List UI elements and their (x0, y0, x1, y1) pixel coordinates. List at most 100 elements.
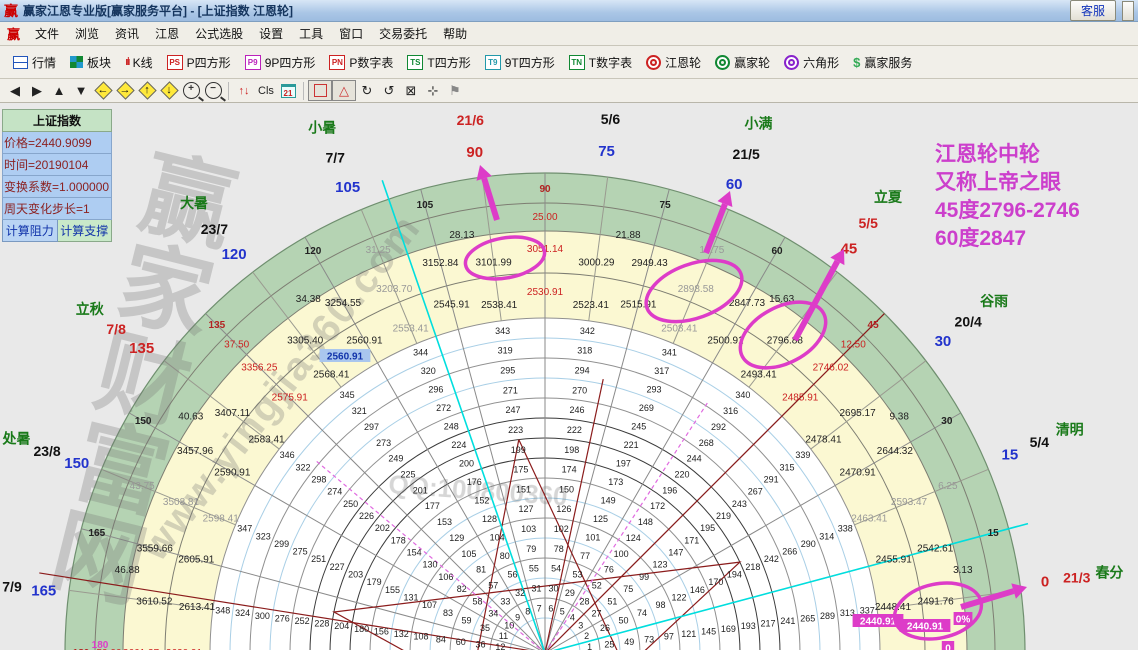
wheel-label: 84 (436, 634, 446, 644)
nav-flip-vertical-button[interactable]: ↑↓ (233, 81, 255, 100)
wheel-label: 295 (500, 365, 515, 375)
wheel-label: 60 (456, 637, 466, 647)
wheel-label: 130 (422, 560, 437, 570)
wheel-label: 春分 (1094, 565, 1123, 581)
menu-item-2[interactable]: 资讯 (107, 22, 147, 45)
toolbar-item-label: 江恩轮 (665, 54, 701, 71)
wheel-label: 101 (585, 533, 600, 543)
wheel-label: 297 (364, 422, 379, 432)
wheel-label: 11 (499, 631, 508, 641)
wheel-label: 81 (476, 565, 486, 575)
wheel-label: 31.25 (366, 245, 391, 256)
nav-center-arrows-button[interactable]: ⊹ (422, 81, 444, 100)
wheel-label: 108 (414, 632, 429, 642)
window-title: 赢家江恩专业版[赢家服务平台] - [上证指数 江恩轮] (23, 2, 1070, 19)
wheel-label: 2542.61 (917, 543, 954, 554)
toolbar-item-kline[interactable]: ıılıK线 (118, 51, 160, 74)
wheel-label: 7/7 (325, 150, 345, 166)
wheel-label: 30 (941, 416, 953, 427)
wheel-label: 135 (129, 340, 154, 357)
toolbar-item-winner-service[interactable]: $赢家服务 (846, 51, 919, 74)
wheel-label: 226 (359, 511, 374, 521)
wheel-label: 217 (761, 619, 776, 629)
wheel-label: 294 (575, 365, 590, 375)
wheel-label: 2493.41 (741, 370, 778, 381)
nav-shift-down-button[interactable]: ↓ (158, 81, 180, 100)
nav-shift-left-button[interactable]: ← (92, 81, 114, 100)
wheel-label: 3356.25 (241, 362, 278, 373)
toolbar-item-hexagon[interactable]: 六角形 (777, 51, 846, 74)
wheel-label: 26 (600, 623, 610, 633)
nav-draw-triangle-button[interactable]: △ (332, 80, 356, 101)
toolbar-item-gann-wheel[interactable]: 江恩轮 (639, 51, 708, 74)
menu-item-6[interactable]: 工具 (291, 22, 331, 45)
wheel-label: 2746.02 (813, 362, 850, 373)
wheel-label: 103 (521, 524, 536, 534)
menu-item-9[interactable]: 帮助 (435, 22, 475, 45)
menu-item-3[interactable]: 江恩 (147, 22, 187, 45)
wheel-label: 290 (801, 539, 816, 549)
wheel-label: 165 (31, 582, 56, 599)
nav-zoom-in-button[interactable]: + (180, 81, 202, 100)
nav-calendar-button[interactable]: 21 (277, 81, 299, 100)
nav-shift-right-button[interactable]: → (114, 81, 136, 100)
toolbar-item-label: 行情 (32, 54, 56, 71)
toolbar-item-p-number-table[interactable]: PNP数字表 (322, 51, 400, 74)
titlebar-cutoff-button[interactable] (1122, 1, 1134, 21)
nav-box-x-button[interactable]: ⊠ (400, 81, 422, 100)
nav-zoom-out-button[interactable]: − (202, 81, 224, 100)
wheel-label: 320 (421, 366, 436, 376)
wheel-label: 4 (570, 612, 575, 622)
menu-item-5[interactable]: 设置 (251, 22, 291, 45)
customer-service-button[interactable]: 客服 (1070, 0, 1116, 21)
nav-nav-up-button[interactable]: ▲ (48, 81, 70, 100)
wheel-label: 2695.17 (840, 408, 877, 419)
p-square-icon: PS (167, 55, 183, 70)
wheel-label: 立秋 (76, 301, 105, 317)
menu-item-1[interactable]: 浏览 (67, 22, 107, 45)
toolbar-item-9p-square[interactable]: P99P四方形 (238, 51, 323, 74)
calc-support-button[interactable]: 计算支撑 (58, 220, 113, 242)
wheel-label: 2575.91 (272, 393, 309, 404)
wheel-label: 大暑 (180, 195, 208, 211)
annotation-note: 江恩轮中轮 又称上帝之眼 45度2796-2746 60度2847 (935, 141, 1080, 253)
nav-nav-down-button[interactable]: ▼ (70, 81, 92, 100)
nav-shift-up-button[interactable]: ↑ (136, 81, 158, 100)
wheel-label: 32 (515, 588, 525, 598)
nav-nav-left-button[interactable]: ◀ (4, 81, 26, 100)
toolbar-item-t-square[interactable]: TST四方形 (400, 51, 477, 74)
toolbar-item-t-number-table[interactable]: TNT数字表 (562, 51, 639, 74)
wheel-label: 343 (495, 326, 510, 336)
wheel-label: 99 (639, 572, 649, 582)
wheel-label: 151 (516, 484, 531, 494)
wheel-label: 34 (488, 608, 498, 618)
toolbar-main: 行情板块ıılıK线PSP四方形P99P四方形PNP数字表TST四方形T99T四… (0, 46, 1138, 79)
toolbar-item-label: T数字表 (589, 54, 632, 71)
toolbar-item-quotes[interactable]: 行情 (6, 51, 63, 74)
wheel-label: 2455.91 (876, 555, 913, 566)
wheel-label: 12 (495, 642, 505, 650)
wheel-label: 176 (467, 477, 482, 487)
menu-item-7[interactable]: 窗口 (331, 22, 371, 45)
wheel-label: 2598.41 (203, 514, 240, 525)
menu-item-8[interactable]: 交易委托 (371, 22, 435, 45)
menu-item-4[interactable]: 公式选股 (187, 22, 251, 45)
nav-rotate-cw-button[interactable]: ↻ (356, 81, 378, 100)
calc-resistance-button[interactable]: 计算阻力 (2, 220, 58, 242)
wheel-label: 179 (367, 577, 382, 587)
toolbar-item-sectors[interactable]: 板块 (63, 51, 118, 74)
toolbar-item-p-square[interactable]: PSP四方形 (160, 51, 238, 74)
nav-pin-button[interactable]: ⚑ (444, 81, 466, 100)
toolbar-item-9t-square[interactable]: T99T四方形 (478, 51, 562, 74)
wheel-label: 60 (726, 176, 743, 193)
nav-rotate-ccw-button[interactable]: ↺ (378, 81, 400, 100)
menu-item-0[interactable]: 文件 (27, 22, 67, 45)
nav-clear-button[interactable]: Cls (255, 81, 277, 100)
toolbar-item-winner-wheel[interactable]: 赢家轮 (708, 51, 777, 74)
wheel-label: 2 (584, 631, 589, 641)
wheel-label: 75 (660, 200, 672, 211)
nav-draw-square-button[interactable] (308, 80, 332, 101)
wheel-label: 346 (280, 450, 295, 460)
nav-nav-right-button[interactable]: ▶ (26, 81, 48, 100)
toolbar-item-label: K线 (133, 54, 153, 71)
